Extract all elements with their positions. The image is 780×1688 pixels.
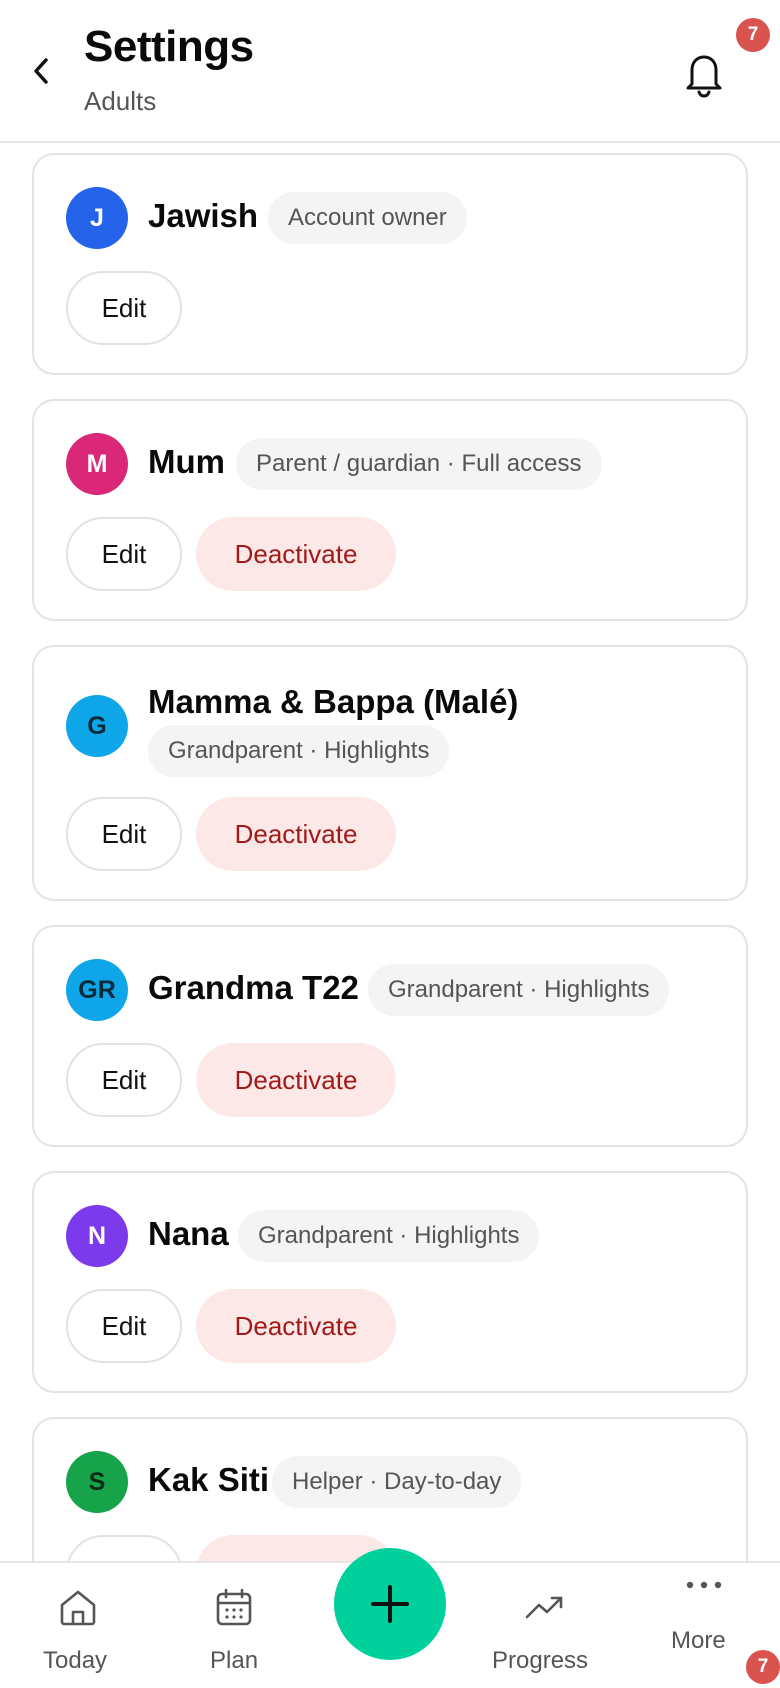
- avatar: G: [66, 695, 128, 757]
- avatar: GR: [66, 959, 128, 1021]
- adult-name: Nana: [148, 1215, 229, 1252]
- deactivate-button[interactable]: Deactivate: [196, 1289, 396, 1363]
- plus-icon: [371, 1585, 409, 1623]
- home-icon: [60, 1590, 96, 1626]
- avatar: N: [66, 1205, 128, 1267]
- more-dots-icon: [686, 1581, 722, 1589]
- page-subtitle: Adults: [84, 86, 157, 116]
- role-badge: Parent / guardian · Full access: [236, 438, 602, 490]
- adult-card: J Jawish Account owner Edit: [32, 153, 748, 375]
- adult-name: Mamma & Bappa (Malé): [148, 683, 519, 720]
- adult-name: Mum: [148, 443, 225, 480]
- calendar-icon: [216, 1588, 252, 1626]
- adult-card: GR Grandma T22 Grandparent · Highlights …: [32, 925, 748, 1147]
- bell-icon: [686, 55, 722, 98]
- nav-label-progress: Progress: [492, 1647, 589, 1674]
- role-badge: Grandparent · Highlights: [368, 964, 670, 1016]
- nav-item-today[interactable]: Today: [28, 1563, 128, 1688]
- edit-button[interactable]: Edit: [66, 271, 182, 345]
- edit-button[interactable]: Edit: [66, 797, 182, 871]
- notifications-button[interactable]: [682, 48, 726, 98]
- back-button[interactable]: [22, 48, 60, 94]
- edit-button[interactable]: Edit: [66, 1535, 182, 1561]
- deactivate-button[interactable]: Deactivate: [196, 517, 396, 591]
- nav-item-progress[interactable]: Progress: [488, 1563, 602, 1688]
- role-badge: Helper · Day-to-day: [272, 1456, 522, 1508]
- adult-card: S Kak Siti Helper · Day-to-day Edit Deac…: [32, 1417, 748, 1561]
- avatar: S: [66, 1451, 128, 1513]
- adult-card: N Nana Grandparent · Highlights Edit Dea…: [32, 1171, 748, 1393]
- role-badge: Grandparent · Highlights: [148, 725, 450, 777]
- app-header: Settings Adults 7: [0, 0, 780, 143]
- avatar: J: [66, 187, 128, 249]
- more-badge: 7: [746, 1650, 780, 1684]
- page-title: Settings: [84, 22, 254, 71]
- nav-label-today: Today: [43, 1647, 108, 1674]
- nav-item-more[interactable]: More: [658, 1563, 748, 1688]
- deactivate-button[interactable]: Deactivate: [196, 1043, 396, 1117]
- deactivate-button[interactable]: Deactivate: [196, 797, 396, 871]
- adult-card: G Mamma & Bappa (Malé) Grandparent · Hig…: [32, 645, 748, 901]
- nav-label-more: More: [671, 1627, 726, 1654]
- adult-card: M Mum Parent / guardian · Full access Ed…: [32, 399, 748, 621]
- edit-button[interactable]: Edit: [66, 1289, 182, 1363]
- adult-name: Jawish: [148, 197, 259, 234]
- adult-name: Grandma T22: [148, 969, 359, 1006]
- role-badge: Grandparent · Highlights: [238, 1210, 540, 1262]
- role-badge: Account owner: [268, 192, 467, 244]
- nav-item-plan[interactable]: Plan: [184, 1563, 284, 1688]
- nav-label-plan: Plan: [210, 1647, 259, 1674]
- edit-button[interactable]: Edit: [66, 517, 182, 591]
- avatar: M: [66, 433, 128, 495]
- adults-list[interactable]: J Jawish Account owner Edit M Mum Parent…: [0, 143, 780, 1561]
- adult-name: Kak Siti: [148, 1461, 270, 1498]
- chevron-left-icon: [34, 58, 48, 84]
- notification-badge: 7: [736, 18, 770, 52]
- edit-button[interactable]: Edit: [66, 1043, 182, 1117]
- trending-up-icon: [525, 1596, 563, 1619]
- add-button[interactable]: [334, 1548, 446, 1660]
